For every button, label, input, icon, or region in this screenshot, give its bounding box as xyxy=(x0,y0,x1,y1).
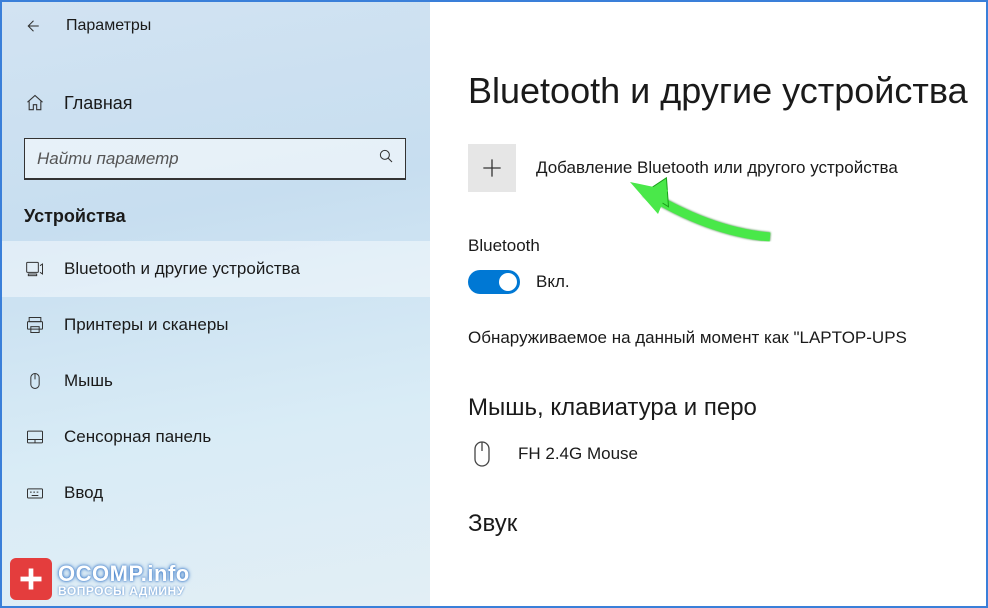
arrow-left-icon xyxy=(23,17,41,35)
printer-icon xyxy=(24,314,46,336)
home-label: Главная xyxy=(64,93,133,114)
sidebar-home[interactable]: Главная xyxy=(2,78,430,128)
watermark: OCOMP.info ВОПРОСЫ АДМИНУ xyxy=(10,558,190,600)
titlebar: Параметры xyxy=(2,2,430,50)
section-sound: Звук xyxy=(468,510,986,538)
sidebar-item-typing[interactable]: Ввод xyxy=(2,465,430,521)
sidebar: Параметры Главная Устройства Bluetooth и… xyxy=(2,2,430,606)
sidebar-item-label: Bluetooth и другие устройства xyxy=(64,259,300,279)
plus-tile xyxy=(468,144,516,192)
sidebar-item-label: Ввод xyxy=(64,483,103,503)
settings-window: Параметры Главная Устройства Bluetooth и… xyxy=(0,0,988,608)
watermark-title: OCOMP.info xyxy=(58,561,190,587)
touchpad-icon xyxy=(24,426,46,448)
home-icon xyxy=(24,92,46,114)
bluetooth-toggle[interactable] xyxy=(468,270,520,294)
main-panel: Bluetooth и другие устройства Добавление… xyxy=(430,2,986,606)
search-box[interactable] xyxy=(24,138,406,180)
sidebar-item-label: Мышь xyxy=(64,371,113,391)
watermark-logo xyxy=(10,558,52,600)
page-title: Bluetooth и другие устройства xyxy=(468,70,986,112)
mouse-device-icon xyxy=(468,440,496,468)
toggle-knob xyxy=(499,273,517,291)
sidebar-item-mouse[interactable]: Мышь xyxy=(2,353,430,409)
toggle-state-label: Вкл. xyxy=(536,272,570,292)
sidebar-item-touchpad[interactable]: Сенсорная панель xyxy=(2,409,430,465)
add-device-button[interactable]: Добавление Bluetooth или другого устройс… xyxy=(468,144,986,192)
bluetooth-heading: Bluetooth xyxy=(468,236,986,256)
discoverable-text: Обнаруживаемое на данный момент как "LAP… xyxy=(468,328,986,348)
bluetooth-devices-icon xyxy=(24,258,46,280)
sidebar-item-printers[interactable]: Принтеры и сканеры xyxy=(2,297,430,353)
sidebar-section-title: Устройства xyxy=(2,206,430,227)
mouse-icon xyxy=(24,370,46,392)
bluetooth-toggle-row: Вкл. xyxy=(468,270,986,294)
sidebar-item-bluetooth[interactable]: Bluetooth и другие устройства xyxy=(2,241,430,297)
add-device-label: Добавление Bluetooth или другого устройс… xyxy=(536,158,898,178)
section-mouse-kbd: Мышь, клавиатура и перо xyxy=(468,394,986,422)
search-wrap xyxy=(2,138,430,180)
watermark-subtitle: ВОПРОСЫ АДМИНУ xyxy=(58,584,190,598)
back-button[interactable] xyxy=(16,10,48,42)
app-title: Параметры xyxy=(66,17,151,35)
keyboard-icon xyxy=(24,482,46,504)
sidebar-item-label: Принтеры и сканеры xyxy=(64,315,229,335)
sidebar-item-label: Сенсорная панель xyxy=(64,427,211,447)
search-input[interactable] xyxy=(37,149,377,169)
device-label: FH 2.4G Mouse xyxy=(518,444,638,464)
device-row[interactable]: FH 2.4G Mouse xyxy=(468,440,986,468)
search-icon xyxy=(377,147,395,170)
plus-icon xyxy=(479,155,505,181)
